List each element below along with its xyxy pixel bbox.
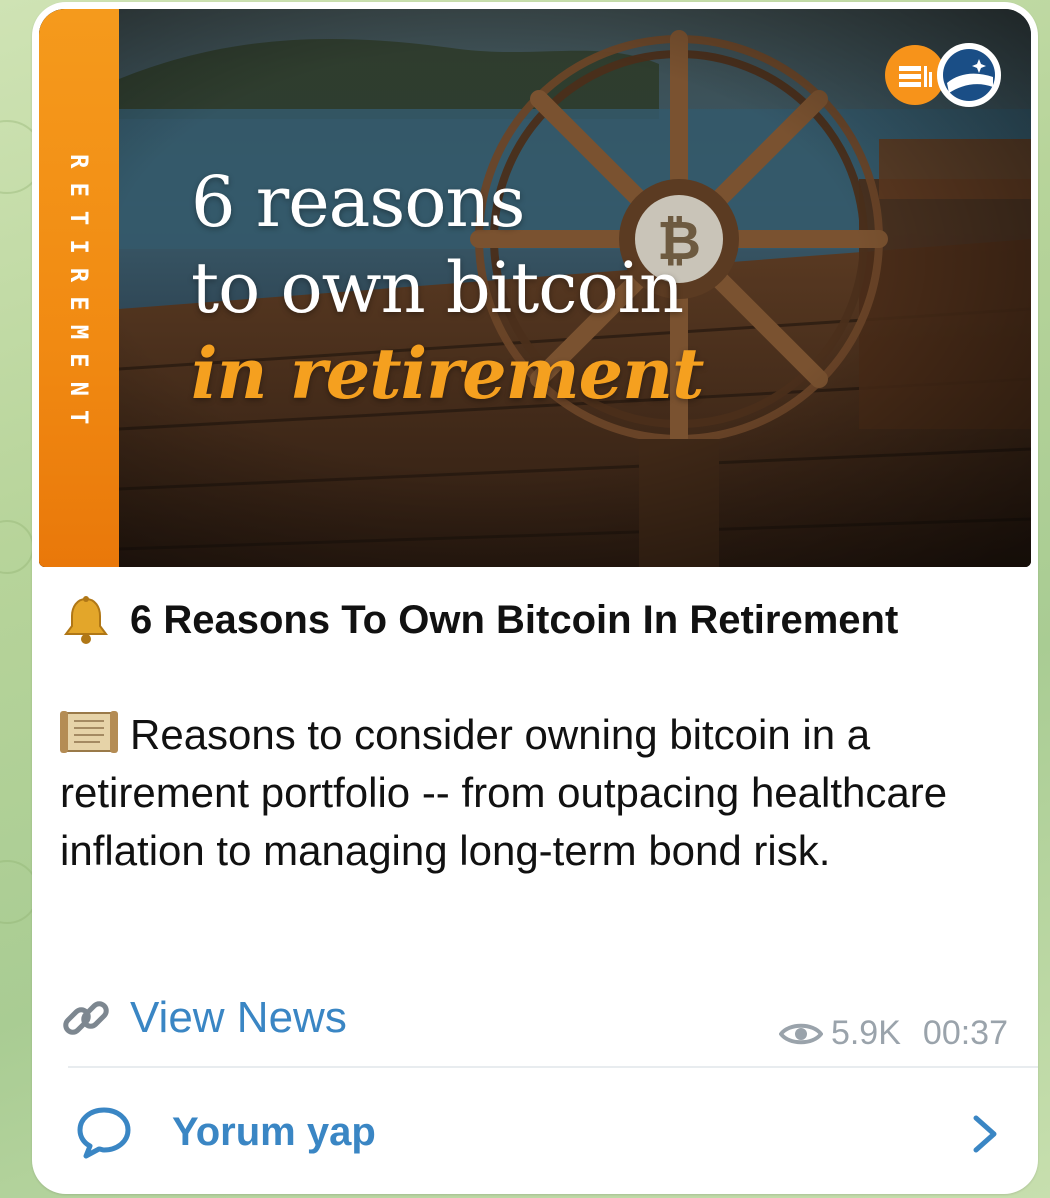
headline-line-2: to own bitcoin [191, 247, 684, 329]
comments-button[interactable]: Yorum yap [32, 1070, 1038, 1194]
channel-post-card: ₿ RETIREMENT 6 reasons to own bitcoin in… [32, 2, 1038, 1194]
comments-label: Yorum yap [172, 1109, 376, 1154]
brand-logo-orange [885, 45, 945, 105]
post-title-text: 6 Reasons To Own Bitcoin In Retirement [130, 597, 899, 642]
headline-line-1: 6 reasons [191, 161, 525, 243]
view-news-link[interactable]: View News [60, 992, 347, 1044]
globe-icon [943, 49, 995, 101]
post-description: Reasons to consider owning bitcoin in a … [60, 706, 1000, 880]
bell-icon [64, 596, 108, 644]
post-description-text: Reasons to consider owning bitcoin in a … [60, 711, 948, 874]
background-doodle [0, 520, 34, 574]
signal-bars-icon [899, 66, 932, 87]
brand-logos [885, 43, 1001, 107]
post-title: 6 Reasons To Own Bitcoin In Retirement [60, 594, 898, 646]
scroll-icon [60, 711, 118, 753]
view-news-label: View News [130, 993, 347, 1042]
category-label: RETIREMENT [65, 153, 93, 439]
post-image[interactable]: ₿ RETIREMENT 6 reasons to own bitcoin in… [39, 9, 1031, 567]
link-icon [63, 1001, 109, 1035]
chevron-right-icon [973, 1115, 997, 1153]
view-count: 5.9K [830, 1014, 901, 1052]
category-strip: RETIREMENT [39, 9, 119, 567]
brand-logo-globe [937, 43, 1001, 107]
comment-bubble-icon [77, 1107, 131, 1159]
post-time: 00:37 [922, 1014, 1008, 1052]
headline-accent: in retirement [191, 332, 704, 415]
image-headline: 6 reasons to own bitcoin in retirement [191, 159, 704, 417]
post-meta: 5.9K 00:37 [778, 1014, 1008, 1053]
comments-divider [68, 1066, 1038, 1068]
views-eye-icon [778, 1023, 823, 1044]
